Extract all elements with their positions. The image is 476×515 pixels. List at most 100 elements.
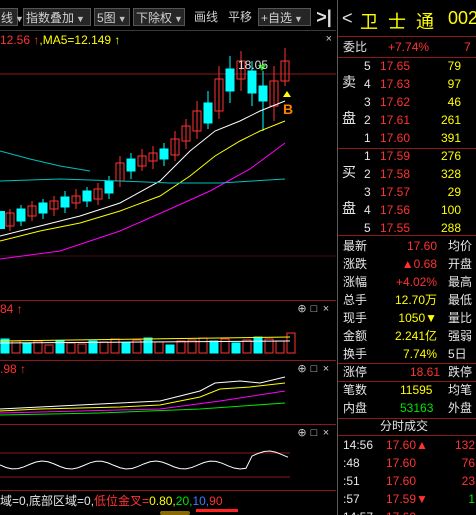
stat-value: 2.241亿: [394, 329, 437, 343]
volume-bar: [110, 338, 120, 354]
candle-body: [38, 202, 48, 214]
tick-price: 17.60: [386, 474, 417, 488]
tick-time: 14:57: [343, 508, 373, 515]
volume-bar: [143, 337, 153, 354]
period-dropdown[interactable]: 线 ▼: [0, 8, 24, 26]
tick-volume: 23: [461, 474, 475, 488]
chevron-down-icon: ▼: [117, 14, 127, 24]
up-arrow-marker: [283, 91, 291, 97]
volume-bar: [66, 342, 76, 354]
trade-count-label: 笔数: [343, 383, 368, 397]
stock-name: 卫士通: [360, 12, 444, 32]
buy-level-price: 17.57: [380, 185, 411, 199]
add-watchlist-dropdown[interactable]: +自选 ▼: [258, 8, 311, 26]
stat-row: 最新 17.60 均价: [338, 237, 476, 255]
candle-body: [159, 148, 169, 160]
candle-body: [16, 208, 26, 222]
stat-label: 现手: [343, 311, 368, 325]
outer-label: 外盘: [448, 401, 473, 415]
pan-button[interactable]: 平移: [226, 8, 254, 26]
volume-bar: [231, 342, 241, 354]
sell-level-row[interactable]: 1 17.60 391: [338, 129, 476, 147]
candle-body: [0, 211, 5, 229]
buy-level-row[interactable]: 1 17.59 276: [338, 147, 476, 165]
high-price-marker: 18.05: [238, 58, 269, 72]
kline-panel[interactable]: 12.56 ↑,MA5=12.149 ↑ × 18.05 B: [0, 31, 336, 299]
sell-level-row[interactable]: 5 17.65 79: [338, 57, 476, 75]
buy-level-volume: 328: [440, 167, 461, 181]
multi-chart-label: 5图: [97, 11, 116, 25]
inner-outer-row: 内盘 53163 外盘: [338, 399, 476, 417]
tick-price: 17.59▼: [386, 492, 428, 506]
order-ratio-row: 委比 +7.74% 7: [338, 38, 476, 56]
stock-title: < 卫士通 002: [338, 8, 476, 34]
macd-chart: [0, 376, 286, 416]
tick-time: 14:56: [343, 438, 374, 452]
sell-level-index: 2: [364, 113, 371, 127]
candle-body: [247, 70, 257, 94]
candle-body: [225, 68, 235, 92]
sell-level-price: 17.65: [380, 59, 411, 73]
stat-label-secondary: 强弱: [448, 329, 473, 343]
candle-body: [258, 85, 268, 102]
signal-panel[interactable]: 域=0,底部区域=0,低位金叉=0.80,20,10,90: [0, 491, 336, 515]
sell-level-row[interactable]: 2 17.61 261: [338, 111, 476, 129]
sell-level-row[interactable]: 3 17.62 46: [338, 93, 476, 111]
volume-bar: [253, 336, 263, 354]
ex-rights-label: 下除权: [136, 11, 173, 25]
ex-rights-dropdown[interactable]: 下除权 ▼: [133, 8, 185, 26]
limit-up-label: 涨停: [343, 365, 368, 379]
signal-bar-dim: [160, 511, 190, 515]
stat-row: 换手 7.74% 5日: [338, 345, 476, 363]
kdj-chart: [0, 450, 290, 478]
ticks-header[interactable]: 分时成交: [338, 417, 476, 435]
signal-label: 低位金叉=: [94, 494, 150, 508]
chevron-down-icon: ▼: [294, 14, 303, 24]
buy-level-row[interactable]: 3 17.57 29: [338, 183, 476, 201]
stat-label-secondary: 均价: [448, 239, 473, 253]
stat-label: 金额: [343, 329, 368, 343]
ma-long-line: [0, 150, 91, 172]
buy-level-volume: 100: [440, 203, 461, 217]
volume-bar: [242, 339, 252, 354]
collapse-panel-arrow-icon[interactable]: >|: [315, 6, 333, 28]
candle-body: [126, 158, 136, 172]
divider: [338, 235, 476, 236]
buy-level-index: 3: [364, 185, 371, 199]
sell-level-row[interactable]: 4 17.63 97: [338, 75, 476, 93]
buy-signal-marker: B: [283, 101, 294, 117]
ma10-line: [0, 120, 286, 242]
stat-label: 涨幅: [343, 275, 368, 289]
chevron-down-icon: ▼: [174, 14, 183, 24]
back-icon[interactable]: <: [342, 8, 353, 29]
candle-body: [82, 190, 92, 202]
ticks-title: 分时成交: [380, 419, 429, 433]
order-diff-value: 7: [464, 40, 471, 54]
index-overlay-dropdown[interactable]: 指数叠加 ▼: [23, 8, 91, 26]
stat-label-secondary: 量比: [448, 311, 473, 325]
stat-row: 现手 1050▼ 量比: [338, 309, 476, 327]
stat-row: 总手 12.70万 最低: [338, 291, 476, 309]
stat-value: ▲0.68: [401, 257, 437, 271]
limit-up-value: 18.61: [410, 365, 441, 379]
candle-body: [60, 196, 70, 208]
tick-row: :48 17.60 76: [338, 454, 476, 472]
macd-panel[interactable]: .98 ↑ ⊕ □ ×: [0, 361, 336, 423]
tick-row: 14:56 17.60▲ 132: [338, 436, 476, 454]
sell-level-volume: 79: [447, 59, 461, 73]
stat-label: 最新: [343, 239, 368, 253]
volume-panel[interactable]: 84 ↑ ⊕ □ ×: [0, 301, 336, 359]
kdj-panel[interactable]: ⊕ □ ×: [0, 425, 336, 489]
buy-level-row[interactable]: 4 17.56 100: [338, 201, 476, 219]
buy-level-row[interactable]: 2 17.58 328: [338, 165, 476, 183]
volume-bar: [275, 340, 285, 354]
sell-level-volume: 261: [440, 113, 461, 127]
stat-value: 7.74%: [402, 347, 437, 361]
volume-bar: [77, 343, 87, 354]
stat-row: 涨幅 +4.02% 最高: [338, 273, 476, 291]
draw-line-button[interactable]: 画线: [192, 8, 220, 26]
multi-chart-dropdown[interactable]: 5图 ▼: [94, 8, 130, 26]
volume-bar: [99, 341, 109, 354]
tick-price: 17.60: [386, 508, 416, 515]
macd-dif-line: [0, 376, 286, 410]
